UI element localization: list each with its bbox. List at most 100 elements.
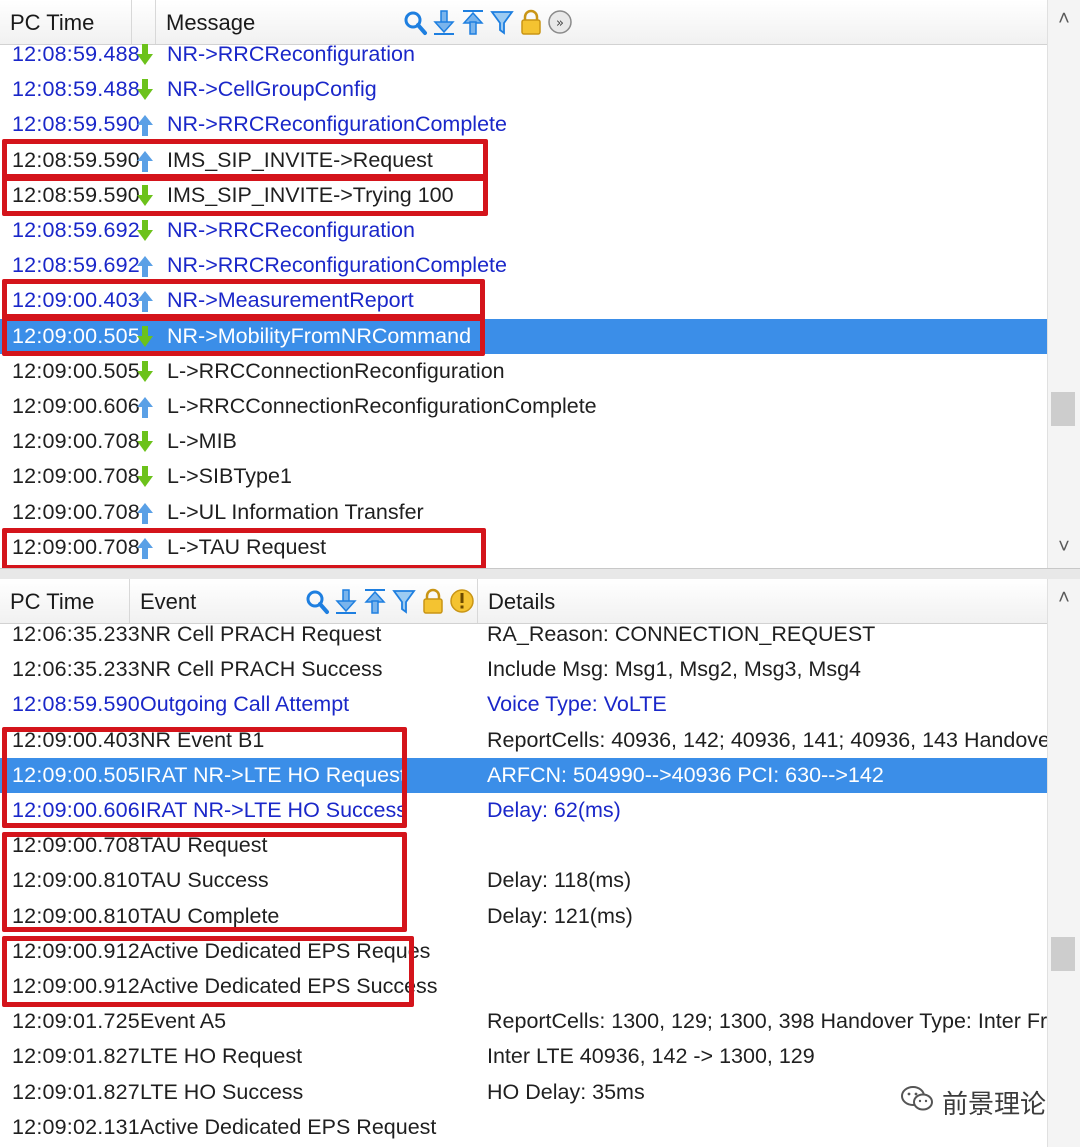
events-pane: PC Time Event Details 12:06:35.233 NR Cel… [0, 579, 1080, 1147]
event-time: 12:09:00.810 [12, 868, 140, 893]
arrow-down-icon [135, 360, 155, 384]
event-row[interactable]: 12:09:02.131 Active Dedicated EPS Request [0, 1110, 1048, 1145]
event-name: NR Event B1 [140, 727, 265, 752]
message-row[interactable]: 12:09:00.708 L->UL Information Transfer [0, 495, 1048, 530]
event-details: Include Msg: Msg1, Msg2, Msg3, Msg4 [487, 657, 862, 682]
warning-icon[interactable] [449, 587, 475, 617]
scroll-thumb[interactable] [1051, 392, 1075, 426]
message-time: 12:09:00.505 [12, 358, 140, 383]
event-name: TAU Request [140, 833, 268, 858]
event-details: Voice Type: VoLTE [487, 692, 667, 717]
events-toolbar [304, 587, 475, 617]
event-time: 12:09:00.505 [12, 762, 140, 787]
message-row[interactable]: 12:08:59.590 NR->RRCReconfigurationComple… [0, 107, 1048, 142]
message-text: NR->RRCReconfiguration [167, 42, 415, 66]
message-time: 12:08:59.590 [12, 112, 140, 137]
event-row[interactable]: 12:09:00.708 TAU Request [0, 828, 1048, 863]
event-name: NR Cell PRACH Success [140, 657, 383, 682]
filter-icon[interactable] [489, 8, 515, 38]
message-time: 12:08:59.488 [12, 77, 140, 102]
message-time: 12:09:00.505 [12, 323, 140, 348]
arrow-down-icon[interactable] [333, 587, 359, 617]
message-text: NR->CellGroupConfig [167, 77, 377, 102]
message-time: 12:08:59.488 [12, 42, 140, 66]
arrow-up-icon [135, 289, 155, 313]
event-row[interactable]: 12:06:35.233 NR Cell PRACH Success Include… [0, 652, 1048, 687]
event-details: ReportCells: 40936, 142; 40936, 141; 409… [487, 727, 1080, 752]
message-text: NR->MobilityFromNRCommand [167, 323, 472, 348]
message-time: 12:09:00.708 [12, 429, 140, 454]
arrow-up-icon [135, 395, 155, 419]
search-icon[interactable] [304, 587, 330, 617]
message-text: NR->RRCReconfigurationComplete [167, 112, 507, 137]
event-row[interactable]: 12:06:35.233 NR Cell PRACH Request RA_Reas… [0, 617, 1048, 652]
search-icon[interactable] [402, 8, 428, 38]
message-text: NR->MeasurementReport [167, 288, 414, 313]
events-scrollbar[interactable]: ˄ [1047, 579, 1080, 1147]
scroll-down-button[interactable]: ˅ [1048, 532, 1080, 562]
arrow-up-icon[interactable] [362, 587, 388, 617]
event-name: IRAT NR->LTE HO Success [140, 798, 408, 822]
event-row[interactable]: 12:09:01.827 LTE HO Success HO Delay: 35ms [0, 1075, 1048, 1110]
event-row[interactable]: 12:09:01.725 Event A5 ReportCells: 1300, 1… [0, 1004, 1080, 1039]
arrow-up-icon [135, 254, 155, 278]
message-time: 12:09:00.708 [12, 464, 140, 489]
message-row[interactable]: 12:08:59.692 NR->RRCReconfigurationComple… [0, 248, 1048, 283]
message-time: 12:08:59.590 [12, 147, 140, 172]
message-row[interactable]: 12:08:59.488 NR->CellGroupConfig [0, 72, 1048, 107]
message-row[interactable]: 12:09:00.403 NR->MeasurementReport [0, 283, 1048, 318]
message-row[interactable]: 12:09:00.708 L->SIBType1 [0, 459, 1048, 494]
event-row[interactable]: 12:09:00.912 Active Dedicated EPS Reques [0, 934, 1048, 969]
event-name: Event A5 [140, 1009, 227, 1034]
message-row[interactable]: 12:08:59.590 IMS_SIP_INVITE->Request [0, 143, 1048, 178]
event-time: 12:06:35.233 [12, 622, 140, 646]
message-row[interactable]: 12:08:59.692 NR->RRCReconfiguration [0, 213, 1048, 248]
event-name: Active Dedicated EPS Request [140, 1114, 437, 1139]
event-name: NR Cell PRACH Request [140, 622, 382, 646]
filter-icon[interactable] [391, 587, 417, 617]
svg-text:»: » [556, 16, 564, 31]
message-row[interactable]: 12:09:00.606 L->RRCConnectionReconfigurat… [0, 389, 1048, 424]
message-time: 12:08:59.692 [12, 218, 140, 242]
event-name: LTE HO Request [140, 1044, 303, 1069]
event-details: ARFCN: 504990-->40936 PCI: 630-->142 [487, 762, 884, 787]
event-row[interactable]: 12:09:00.810 TAU Success Delay: 118(ms) [0, 863, 1048, 898]
message-row[interactable]: 12:09:00.505 L->RRCConnectionReconfigurat… [0, 354, 1048, 389]
message-text: IMS_SIP_INVITE->Request [167, 147, 433, 172]
event-time: 12:09:00.606 [12, 798, 140, 822]
messages-scrollbar[interactable]: ˄ ˅ [1047, 0, 1080, 568]
event-row[interactable]: 12:09:00.606 IRAT NR->LTE HO Success Delay… [0, 793, 1048, 828]
message-text: L->RRCConnectionReconfigurationComplete [167, 394, 597, 418]
arrow-up-icon [135, 113, 155, 137]
event-row[interactable]: 12:09:00.505 IRAT NR->LTE HO Request ARFCN… [0, 757, 1048, 793]
event-details: Delay: 121(ms) [487, 903, 633, 928]
scroll-up-button[interactable]: ˄ [1048, 583, 1080, 613]
message-text: L->UL Information Transfer [167, 499, 424, 524]
message-row[interactable]: 12:08:59.488 NR->RRCReconfiguration [0, 37, 1048, 72]
event-row[interactable]: 12:09:01.827 LTE HO Request Inter LTE 4093… [0, 1039, 1048, 1074]
event-row[interactable]: 12:09:00.810 TAU Complete Delay: 121(ms) [0, 899, 1048, 934]
event-name: TAU Complete [140, 903, 280, 928]
event-row[interactable]: 12:09:00.403 NR Event B1 ReportCells: 4093… [0, 723, 1080, 758]
more-icon[interactable]: » [547, 8, 573, 38]
message-time: 12:09:00.606 [12, 394, 140, 418]
event-time: 12:08:59.590 [12, 692, 140, 717]
scroll-up-button[interactable]: ˄ [1048, 4, 1080, 34]
event-time: 12:09:02.131 [12, 1114, 140, 1139]
message-row[interactable]: 12:09:00.708 L->MIB [0, 424, 1048, 459]
event-details: Delay: 118(ms) [487, 868, 632, 893]
event-details: RA_Reason: CONNECTION_REQUEST [487, 622, 876, 646]
message-row[interactable]: 12:08:59.590 IMS_SIP_INVITE->Trying 100 [0, 178, 1048, 213]
arrow-up-icon[interactable] [460, 8, 486, 38]
event-name: Outgoing Call Attempt [140, 692, 350, 717]
scroll-thumb[interactable] [1051, 937, 1075, 971]
event-row[interactable]: 12:08:59.590 Outgoing Call Attempt Voice T… [0, 687, 1048, 722]
event-row[interactable]: 12:09:00.912 Active Dedicated EPS Success [0, 969, 1048, 1004]
watermark-text: 前景理论 [941, 1090, 1046, 1120]
message-row[interactable]: 12:09:00.708 L->TAU Request [0, 530, 1048, 565]
event-time: 12:09:00.403 [12, 727, 140, 752]
lock-icon[interactable] [518, 8, 544, 38]
arrow-down-icon[interactable] [431, 8, 457, 38]
lock-icon[interactable] [420, 587, 446, 617]
message-row[interactable]: 12:09:00.505 NR->MobilityFromNRCommand [0, 318, 1048, 354]
